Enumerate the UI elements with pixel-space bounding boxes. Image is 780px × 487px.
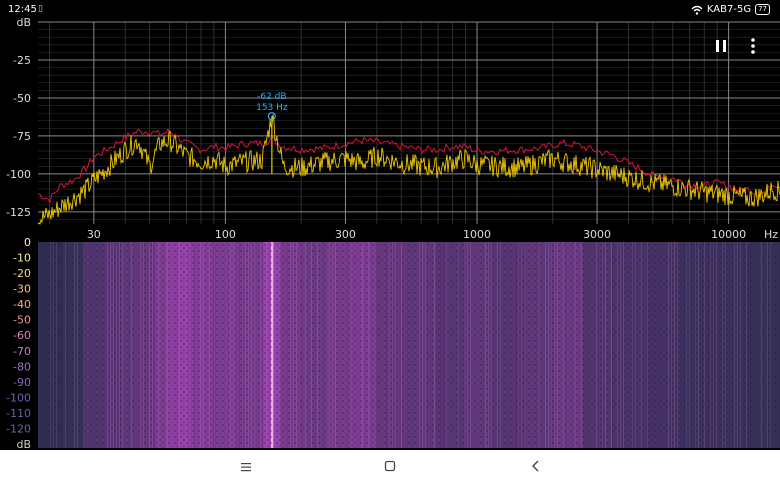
spectrogram-scale-label: -50 [13,314,31,327]
spectrogram-scale-label: -70 [13,345,31,358]
spectrum-chart[interactable]: 30 100 300 1000 3000 10000 HzdB-25-50-75-100-1… [0,18,780,240]
more-vertical-icon [751,38,755,54]
spectrogram-scale-label: -60 [13,329,31,342]
status-bar: 12:45 ▯ KAB7-5G 77 [0,0,780,20]
back-chevron-icon [532,460,539,472]
spectrogram-marker-label: 153 [263,238,280,239]
spectrogram-scale-label: -10 [13,252,31,265]
spectrogram-scale-label: -110 [6,407,31,420]
wifi-icon [691,5,703,15]
sim-card-icon: ▯ [38,4,43,14]
back-button[interactable] [524,458,548,478]
spectrogram-scale-label: -90 [13,376,31,389]
network-name: KAB7-5G [706,4,752,15]
navigation-bar [0,450,780,487]
spectrogram-scale-label: dB [16,438,31,450]
y-tick-label: -100 [6,168,31,181]
more-options-button[interactable] [746,37,760,55]
y-tick-label: -125 [6,206,31,219]
spectrogram[interactable]: 153 0 -10 -20 -30 -40 -50 -60 -70 -80 -90 -100 -110 -… [0,238,780,450]
peak-db-label: -62 dB [257,92,286,102]
recents-button[interactable] [234,458,258,478]
peak-hz-label: 153 Hz [256,103,288,113]
spectrogram-scale-label: 0 [24,238,31,249]
clock: 12:45 [8,4,37,15]
home-button[interactable] [378,458,402,478]
battery-icon: 77 [755,4,770,15]
spectrogram-scale-label: -30 [13,283,31,296]
spectrogram-scale-label: -40 [13,298,31,311]
menu-icon [241,463,251,472]
spectrogram-scale-label: -100 [6,391,31,404]
pause-icon [716,40,726,52]
spectrogram-scale-label: -80 [13,360,31,373]
spectrogram-scale-label: -20 [13,267,31,280]
pause-button[interactable] [712,37,730,55]
y-tick-label: -25 [13,54,31,67]
y-tick-label: -50 [13,92,31,105]
spectrogram-scale-label: -120 [6,422,31,435]
y-tick-label: -75 [13,130,31,143]
y-tick-label: dB [16,18,31,29]
home-square-icon [384,460,396,472]
